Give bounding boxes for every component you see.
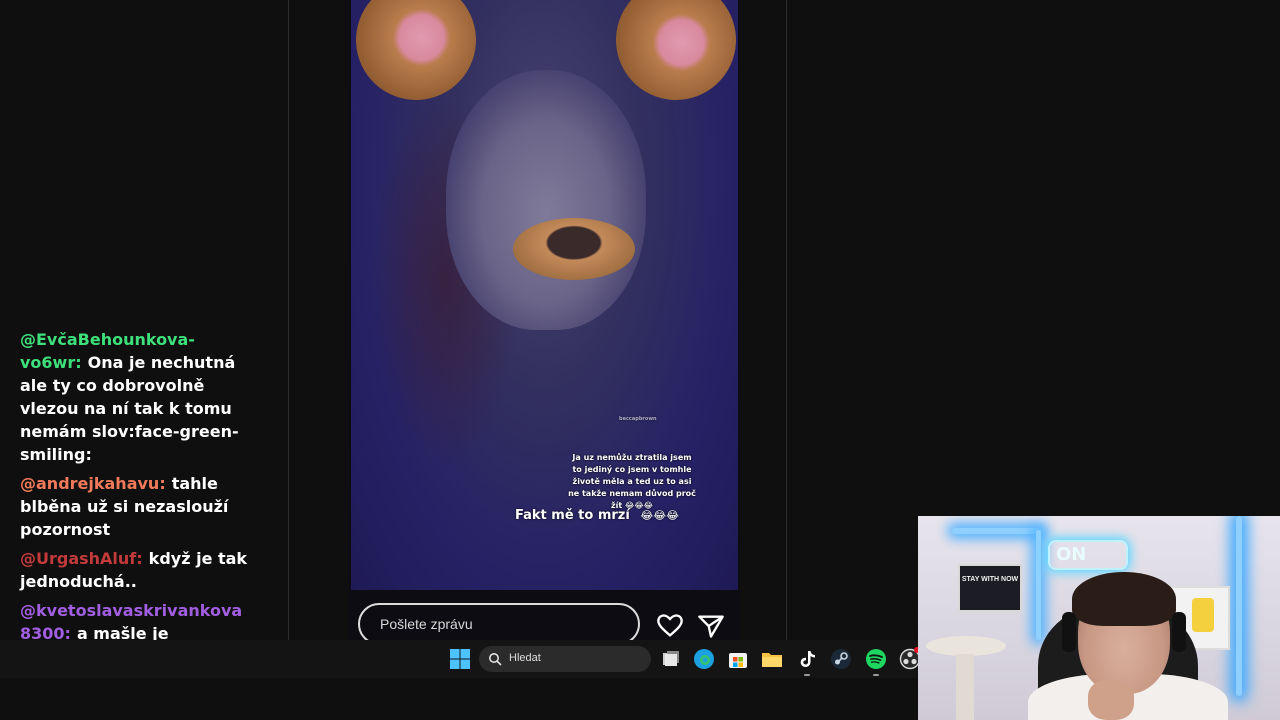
microsoft-store-icon[interactable] bbox=[727, 648, 749, 670]
file-explorer-icon[interactable] bbox=[761, 648, 783, 670]
face-shape bbox=[446, 70, 646, 330]
message-bar[interactable] bbox=[358, 603, 640, 640]
webcam-feed: ON STAY WITH NOW bbox=[918, 516, 1280, 720]
task-view-icon[interactable] bbox=[660, 648, 682, 670]
tiktok-icon[interactable] bbox=[796, 648, 818, 670]
chat-username: @andrejkahavu: bbox=[20, 474, 166, 493]
spotify-icon[interactable] bbox=[865, 648, 887, 670]
chat-overlay: @EvčaBehounkova-vo6wr: Ona je nechutná al… bbox=[20, 328, 248, 674]
wall-poster: STAY WITH NOW bbox=[958, 564, 1022, 612]
left-divider bbox=[288, 0, 289, 640]
streamer-hand bbox=[1088, 680, 1134, 720]
watermark-text: beccapbrown bbox=[619, 416, 657, 422]
search-icon bbox=[489, 653, 502, 666]
dog-nose bbox=[513, 218, 635, 280]
dog-ear-right bbox=[596, 0, 738, 120]
neon-light bbox=[952, 528, 1042, 534]
neon-light bbox=[1236, 516, 1242, 696]
headphone-right bbox=[1172, 612, 1186, 652]
overlay-big-text: Fakt mě to mrzí 😂😂😂 bbox=[515, 508, 679, 523]
streamer-hair bbox=[1072, 572, 1176, 626]
phone-story: beccapbrown Ja uz nemůžu ztratila jsem t… bbox=[348, 0, 740, 640]
edge-icon[interactable] bbox=[693, 648, 715, 670]
cat-tree-pole bbox=[956, 654, 974, 720]
running-indicator bbox=[873, 674, 879, 676]
headphone-left bbox=[1062, 612, 1076, 652]
chat-message: @UrgashAluf: když je tak jednoduchá.. bbox=[20, 547, 248, 593]
heart-icon[interactable] bbox=[656, 612, 684, 640]
windows-start-icon[interactable] bbox=[449, 648, 471, 670]
running-indicator bbox=[804, 674, 810, 676]
neon-sign: ON bbox=[1048, 540, 1128, 570]
neon-light bbox=[1036, 530, 1041, 640]
steam-icon[interactable] bbox=[830, 648, 852, 670]
sponge-figure bbox=[1192, 598, 1214, 632]
cat-tree-top bbox=[926, 636, 1006, 656]
chat-username: @UrgashAluf: bbox=[20, 549, 143, 568]
story-video[interactable]: beccapbrown Ja uz nemůžu ztratila jsem t… bbox=[351, 0, 738, 590]
send-icon[interactable] bbox=[697, 612, 725, 640]
chat-message: @andrejkahavu: tahle blběna už si nezaslo… bbox=[20, 472, 248, 541]
chat-message: @EvčaBehounkova-vo6wr: Ona je nechutná al… bbox=[20, 328, 248, 466]
taskbar-search[interactable]: Hledat bbox=[479, 646, 651, 672]
right-divider bbox=[786, 0, 787, 640]
search-label: Hledat bbox=[509, 652, 541, 664]
overlay-caption: Ja uz nemůžu ztratila jsem to jediný co … bbox=[568, 453, 696, 510]
message-input[interactable] bbox=[378, 615, 622, 633]
